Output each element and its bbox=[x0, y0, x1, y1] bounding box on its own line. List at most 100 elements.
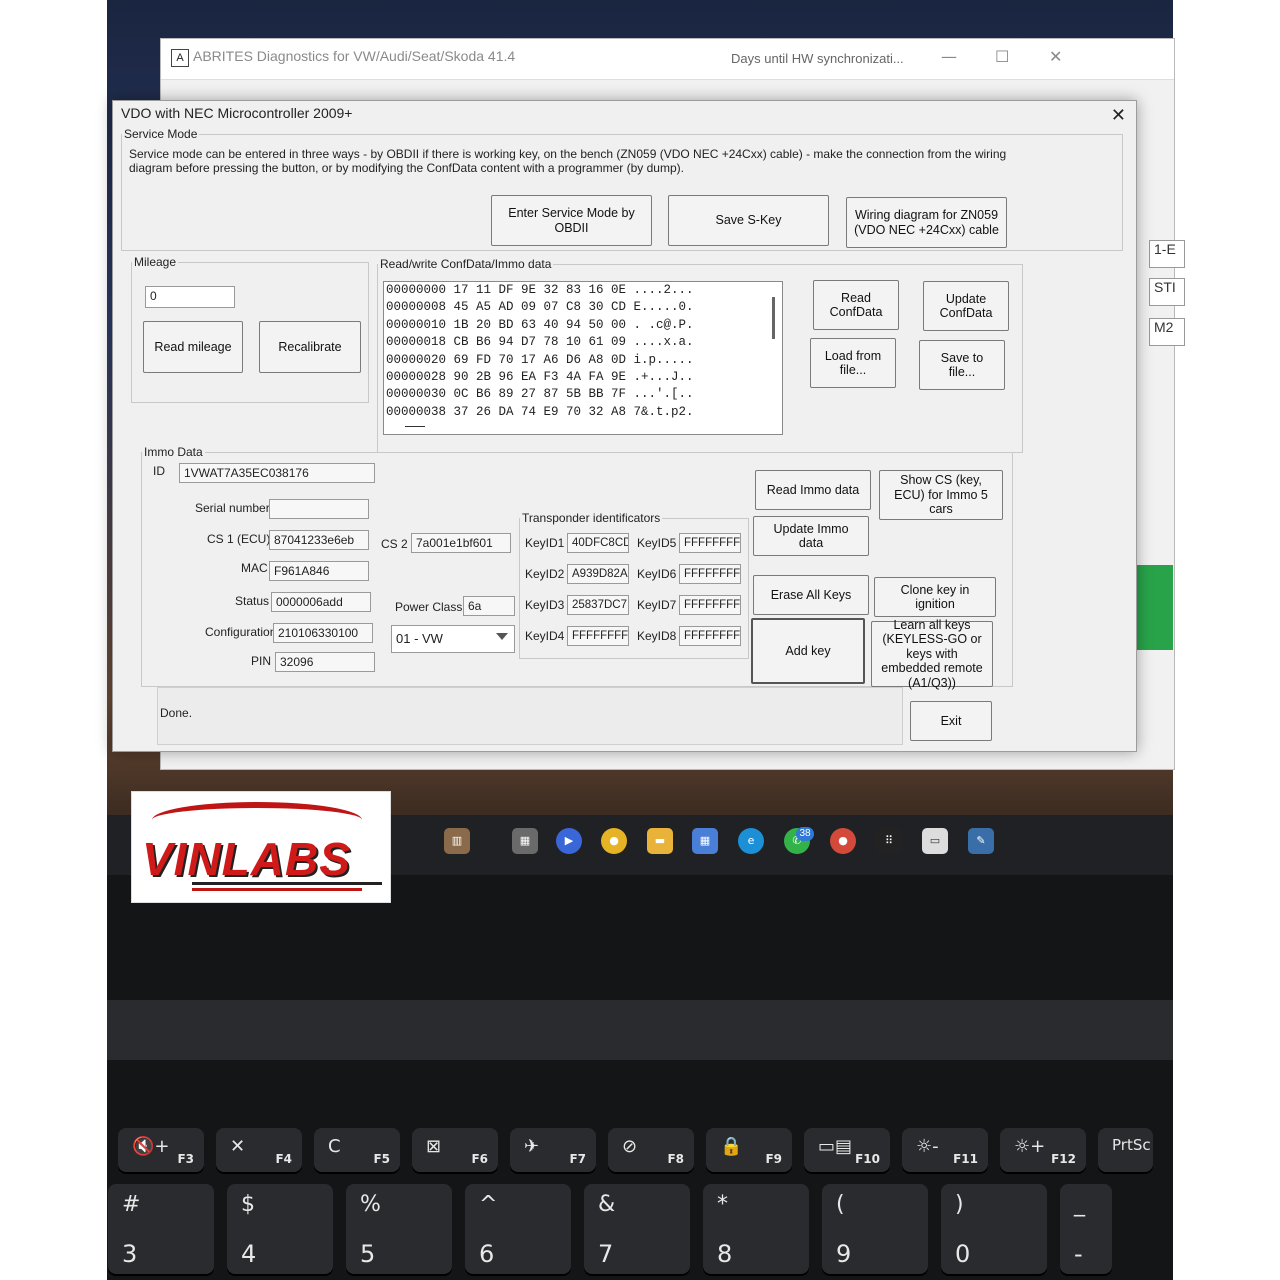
edge-icon[interactable]: e bbox=[738, 828, 764, 854]
right-field-2[interactable]: STI bbox=[1149, 278, 1185, 306]
function-key[interactable]: C F5 bbox=[314, 1128, 400, 1172]
number-key[interactable]: ^ 6 bbox=[465, 1184, 571, 1274]
key-symbol: 🔒 bbox=[720, 1136, 743, 1157]
read-immo-button[interactable]: Read Immo data bbox=[755, 470, 871, 510]
key-digit: 4 bbox=[241, 1240, 257, 1268]
function-key[interactable]: ✕ F4 bbox=[216, 1128, 302, 1172]
number-key[interactable]: (9 bbox=[822, 1184, 928, 1274]
add-key-button[interactable]: Add key bbox=[751, 618, 865, 684]
save-skey-button[interactable]: Save S-Key bbox=[668, 195, 829, 246]
confdata-legend: Read/write ConfData/Immo data bbox=[380, 257, 552, 271]
function-key[interactable]: PrtSc bbox=[1098, 1128, 1153, 1172]
file-manager-icon[interactable]: ▦ bbox=[512, 828, 538, 854]
right-field-3[interactable]: M2 bbox=[1149, 318, 1185, 346]
keyid-label: KeyID8 bbox=[637, 629, 677, 643]
function-key[interactable]: ⊠ F6 bbox=[412, 1128, 498, 1172]
brand-select[interactable]: 01 - VW bbox=[391, 625, 515, 653]
keyid-field[interactable]: 40DFC8CD bbox=[567, 533, 629, 553]
function-key[interactable]: ☼- F11 bbox=[902, 1128, 988, 1172]
erase-all-keys-button[interactable]: Erase All Keys bbox=[753, 575, 869, 615]
mileage-input[interactable]: 0 bbox=[145, 286, 235, 308]
key-symbol: PrtSc bbox=[1112, 1136, 1151, 1154]
status-field[interactable]: 0000006add bbox=[271, 592, 371, 612]
dialog-close-icon[interactable]: ✕ bbox=[1111, 105, 1126, 126]
keyid-field[interactable]: FFFFFFFF bbox=[679, 533, 741, 553]
keyid-label: KeyID2 bbox=[525, 567, 565, 581]
function-key[interactable]: 🔇+ F3 bbox=[118, 1128, 204, 1172]
read-confdata-button[interactable]: Read ConfData bbox=[813, 280, 899, 330]
exit-button[interactable]: Exit bbox=[910, 701, 992, 741]
keyid-field[interactable]: FFFFFFFF bbox=[679, 564, 741, 584]
zoom-icon[interactable]: ▶ bbox=[556, 828, 582, 854]
keyid-field[interactable]: FFFFFFFF bbox=[679, 595, 741, 615]
id-field[interactable]: 1VWAT7A35EC038176 bbox=[179, 463, 375, 483]
minimize-icon[interactable]: — bbox=[941, 47, 957, 66]
function-key[interactable]: ☼+ F12 bbox=[1000, 1128, 1086, 1172]
wiring-diagram-button[interactable]: Wiring diagram for ZN059 (VDO NEC +24Cxx… bbox=[846, 197, 1007, 248]
key-shift-symbol: & bbox=[598, 1192, 616, 1217]
pin-field[interactable]: 32096 bbox=[275, 652, 375, 672]
right-field-1[interactable]: 1-E bbox=[1149, 240, 1185, 268]
chevron-down-icon[interactable] bbox=[496, 633, 508, 640]
recalibrate-button[interactable]: Recalibrate bbox=[259, 321, 361, 373]
hex-line: 00000008 45 A5 AD 09 07 C8 30 CD E.....0… bbox=[386, 300, 694, 315]
number-key[interactable]: % 5 bbox=[346, 1184, 452, 1274]
learn-all-keys-button[interactable]: Learn all keys (KEYLESS-GO or keys with … bbox=[871, 618, 993, 690]
show-cs-button[interactable]: Show CS (key, ECU) for Immo 5 cars bbox=[879, 470, 1003, 520]
tool-icon[interactable]: ⠿ bbox=[876, 828, 902, 854]
serial-number-label: Serial number bbox=[195, 501, 270, 515]
keyid-field[interactable]: FFFFFFFF bbox=[567, 626, 629, 646]
chrome-profile-icon[interactable]: ● bbox=[830, 828, 856, 854]
key-shift-symbol: * bbox=[717, 1192, 728, 1217]
enter-service-mode-button[interactable]: Enter Service Mode by OBDII bbox=[491, 195, 652, 246]
key-digit: - bbox=[1074, 1240, 1083, 1268]
number-key[interactable]: _ - bbox=[1060, 1184, 1112, 1274]
cs2-field[interactable]: 7a001e1bf601 bbox=[411, 533, 511, 553]
keyid-label: KeyID5 bbox=[637, 536, 677, 550]
serial-number-field[interactable] bbox=[269, 499, 369, 519]
save-to-file-button[interactable]: Save to file... bbox=[919, 340, 1005, 390]
power-class-field[interactable]: 6a bbox=[463, 596, 515, 616]
number-key[interactable]: ) 0 bbox=[941, 1184, 1047, 1274]
key-shift-symbol: ( bbox=[836, 1192, 845, 1217]
store-icon[interactable]: ▦ bbox=[692, 828, 718, 854]
maximize-icon[interactable]: ☐ bbox=[995, 47, 1009, 66]
settings-icon[interactable]: ✎ bbox=[968, 828, 994, 854]
update-immo-button[interactable]: Update Immo data bbox=[753, 516, 869, 556]
cs2-label: CS 2 bbox=[381, 537, 408, 551]
key-shift-symbol: % bbox=[360, 1192, 381, 1217]
function-key[interactable]: ⊘ F8 bbox=[608, 1128, 694, 1172]
function-key[interactable]: ▭▤ F10 bbox=[804, 1128, 890, 1172]
read-mileage-button[interactable]: Read mileage bbox=[143, 321, 243, 373]
key-fn-label: F8 bbox=[667, 1152, 684, 1166]
close-icon[interactable]: ✕ bbox=[1049, 47, 1062, 66]
configuration-field[interactable]: 210106330100 bbox=[273, 623, 373, 643]
function-key[interactable]: 🔒 F9 bbox=[706, 1128, 792, 1172]
number-key[interactable]: $4 bbox=[227, 1184, 333, 1274]
keyid-field[interactable]: 25837DC7 bbox=[567, 595, 629, 615]
number-key[interactable]: & 7 bbox=[584, 1184, 690, 1274]
hex-scrollbar[interactable] bbox=[772, 297, 775, 339]
mac-field[interactable]: F961A846 bbox=[269, 561, 369, 581]
key-symbol: ▭▤ bbox=[818, 1136, 853, 1157]
key-digit: 0 bbox=[955, 1240, 971, 1268]
key-shift-symbol: $ bbox=[241, 1192, 255, 1217]
load-from-file-button[interactable]: Load from file... bbox=[810, 338, 896, 388]
cs1-field[interactable]: 87041233e6eb bbox=[269, 530, 369, 550]
status-text: Done. bbox=[160, 706, 193, 720]
update-confdata-button[interactable]: Update ConfData bbox=[923, 281, 1009, 331]
app-window-icon[interactable]: ▭ bbox=[922, 828, 948, 854]
chart-app-icon[interactable]: ▥ bbox=[444, 828, 470, 854]
number-key[interactable]: * 8 bbox=[703, 1184, 809, 1274]
keyid-field[interactable]: A939D82A bbox=[567, 564, 629, 584]
clone-key-button[interactable]: Clone key in ignition bbox=[874, 577, 996, 617]
key-fn-label: F5 bbox=[373, 1152, 390, 1166]
function-key[interactable]: ✈ F7 bbox=[510, 1128, 596, 1172]
folder-icon[interactable]: ▬ bbox=[647, 828, 673, 854]
keyid-field[interactable]: FFFFFFFF bbox=[679, 626, 741, 646]
key-fn-label: F6 bbox=[471, 1152, 488, 1166]
confdata-hex-view[interactable]: 00000000 17 11 DF 9E 32 83 16 0E ....2..… bbox=[383, 281, 783, 435]
chrome-icon[interactable]: ● bbox=[601, 828, 627, 854]
service-mode-legend: Service Mode bbox=[124, 127, 198, 141]
number-key[interactable]: #3 bbox=[108, 1184, 214, 1274]
